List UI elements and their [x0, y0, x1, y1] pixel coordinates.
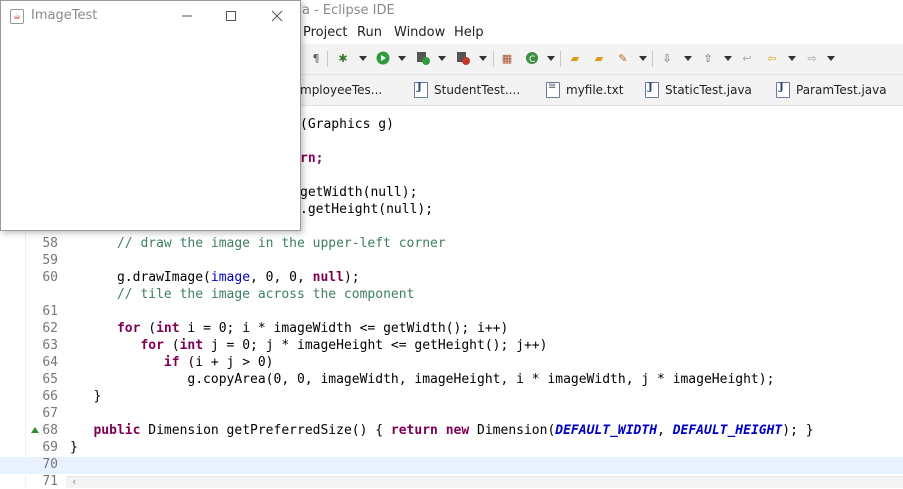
- open-type-icon[interactable]: ▰: [568, 51, 582, 65]
- scroll-left-icon[interactable]: ‹: [72, 475, 76, 488]
- tab-employee-test[interactable]: mployeeTes...: [300, 75, 382, 105]
- eclipse-window-title: a - Eclipse IDE: [302, 3, 395, 18]
- code-line: }: [70, 440, 78, 455]
- toolbar-separator: [327, 51, 328, 67]
- tab-label: mployeeTes...: [300, 83, 383, 97]
- override-marker-icon[interactable]: [31, 427, 39, 433]
- toolbar-separator: [493, 51, 494, 67]
- line-number: 61: [42, 304, 58, 319]
- menu-run[interactable]: Run: [357, 25, 382, 40]
- line-number: 66: [42, 389, 58, 404]
- back-dropdown-icon[interactable]: [788, 56, 796, 61]
- new-class-icon[interactable]: C: [525, 51, 539, 65]
- code-line-partial: rn;: [300, 151, 324, 166]
- tab-label: ParamTest.java: [796, 83, 887, 97]
- open-folder-icon[interactable]: ▰: [592, 51, 606, 65]
- debug-icon[interactable]: ✱: [336, 51, 350, 65]
- previous-annotation-dropdown-icon[interactable]: [724, 56, 732, 61]
- line-number: 59: [42, 253, 58, 268]
- coverage-dropdown-icon[interactable]: [438, 56, 446, 61]
- current-line-highlight: [0, 457, 903, 474]
- text-file-icon: [546, 81, 560, 98]
- line-number: 64: [42, 355, 58, 370]
- run-icon[interactable]: [376, 51, 390, 65]
- code-line-partial: (Graphics g): [300, 117, 394, 132]
- horizontal-scrollbar[interactable]: ‹: [66, 475, 903, 488]
- line-number: 58: [42, 236, 58, 251]
- new-class-dropdown-icon[interactable]: [547, 56, 555, 61]
- code-line: // tile the image across the component: [70, 287, 415, 302]
- code-line: // draw the image in the upper-left corn…: [70, 236, 446, 251]
- line-number: 60: [42, 270, 58, 285]
- code-line: if (i + j > 0): [163, 355, 274, 370]
- code-line: g.drawImage(image, 0, 0, null);: [70, 270, 360, 285]
- coverage-icon[interactable]: [416, 51, 430, 65]
- tab-static-test[interactable]: StaticTest.java: [645, 75, 752, 105]
- back-icon[interactable]: ⇦: [765, 51, 779, 65]
- last-edit-location-icon[interactable]: ↩: [740, 51, 754, 65]
- line-number: 63: [42, 338, 58, 353]
- tab-param-test[interactable]: ParamTest.java: [776, 75, 887, 105]
- java-app-icon: ☕: [10, 9, 24, 24]
- java-file-icon: [776, 82, 790, 98]
- minimize-button[interactable]: [167, 1, 207, 31]
- tab-label: StaticTest.java: [665, 83, 752, 97]
- tab-label: StudentTest....: [434, 83, 521, 97]
- code-line: for (int j = 0; j * imageHeight <= getHe…: [140, 338, 548, 353]
- toolbar-separator: [560, 51, 561, 67]
- line-number: 69: [42, 440, 58, 455]
- code-line: }: [70, 389, 102, 404]
- code-line-partial: getWidth(null);: [300, 185, 418, 200]
- code-line: g.copyArea(0, 0, imageWidth, imageHeight…: [70, 372, 775, 387]
- line-number: 70: [42, 457, 58, 472]
- external-tools-icon[interactable]: [456, 51, 470, 65]
- svg-text:C: C: [529, 55, 535, 65]
- code-line: for (int i = 0; i * imageWidth <= getWid…: [116, 321, 509, 336]
- menu-window[interactable]: Window: [394, 25, 445, 40]
- image-test-window[interactable]: ☕ ImageTest: [0, 0, 301, 231]
- next-annotation-icon[interactable]: ⇩: [660, 51, 674, 65]
- window-title: ImageTest: [31, 8, 98, 23]
- tab-student-test[interactable]: StudentTest....: [414, 75, 520, 105]
- menu-project[interactable]: Project: [303, 25, 347, 40]
- next-annotation-dropdown-icon[interactable]: [684, 56, 692, 61]
- menu-help[interactable]: Help: [454, 25, 484, 40]
- search-dropdown-icon[interactable]: [639, 56, 647, 61]
- forward-icon[interactable]: ⇨: [805, 51, 819, 65]
- java-file-icon: [645, 82, 659, 98]
- line-number: 62: [42, 321, 58, 336]
- run-dropdown-icon[interactable]: [398, 56, 406, 61]
- tab-label: myfile.txt: [566, 83, 624, 97]
- java-file-icon: [414, 82, 428, 98]
- code-line: public Dimension getPreferredSize() { re…: [93, 423, 814, 438]
- forward-dropdown-icon[interactable]: [827, 56, 835, 61]
- toolbar-separator: [652, 51, 653, 67]
- tab-myfile-txt[interactable]: myfile.txt: [546, 75, 623, 105]
- line-number: 67: [42, 406, 58, 421]
- external-tools-dropdown-icon[interactable]: [479, 56, 487, 61]
- show-whitespace-icon[interactable]: ¶: [309, 51, 323, 65]
- close-button[interactable]: [257, 1, 297, 31]
- line-number: 65: [42, 372, 58, 387]
- new-java-project-icon[interactable]: ▦: [500, 51, 514, 65]
- search-icon[interactable]: ✎: [616, 51, 630, 65]
- maximize-button[interactable]: [211, 1, 251, 31]
- previous-annotation-icon[interactable]: ⇧: [701, 51, 715, 65]
- code-line-partial: .getHeight(null);: [300, 202, 434, 217]
- debug-dropdown-icon[interactable]: [359, 56, 367, 61]
